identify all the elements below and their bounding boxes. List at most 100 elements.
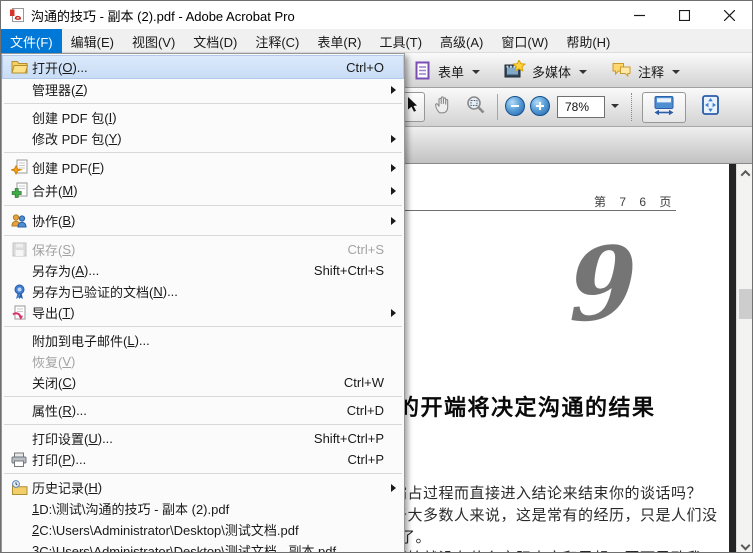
menu-document[interactable]: 文档(D) [184,29,246,53]
comment-toolbar-button[interactable]: 注释 [604,56,687,87]
menu-item-save-as[interactable]: 另存为(A)... Shift+Ctrl+S [2,260,404,281]
menu-item-attach-to-email[interactable]: 附加到电子邮件(L)... [2,330,404,351]
toolbar-grip [631,93,632,121]
chevron-down-icon [579,69,588,74]
menu-item-create-pdf-portfolio[interactable]: 创建 PDF 包(I) [2,107,404,128]
folder-open-icon [6,60,32,74]
menu-separator [4,326,402,327]
zoom-in-button[interactable] [530,96,550,116]
submenu-arrow-icon [391,308,396,317]
collaborate-icon [6,213,32,228]
zoom-marquee-button[interactable] [461,94,491,120]
zoom-marquee-icon [466,95,486,119]
zoom-out-button[interactable] [505,96,525,116]
menu-item-print[interactable]: 打印(P)... Ctrl+P [2,449,404,470]
menu-item-history[interactable]: 历史记录(H) [2,477,404,498]
page-header: 第 7 6 页 [594,195,677,209]
menu-tools[interactable]: 工具(T) [370,29,431,53]
menu-item-create-pdf[interactable]: 创建 PDF(F) [2,156,404,179]
menu-separator [4,396,402,397]
combine-icon [6,182,32,199]
menu-item-combine[interactable]: 合并(M) [2,179,404,202]
fit-width-icon [653,95,675,121]
maximize-button[interactable] [662,1,707,29]
chapter-heading: 的开端将决定沟通的结果 [397,395,656,420]
submenu-arrow-icon [391,85,396,94]
form-icon [414,61,432,83]
forms-toolbar-button[interactable]: 表单 [407,56,487,87]
certify-ribbon-icon [6,284,32,300]
menu-separator [4,473,402,474]
multimedia-toolbar-button[interactable]: 多媒体 [497,56,594,87]
menu-comments[interactable]: 注释(C) [246,29,308,53]
fit-width-button[interactable] [642,92,686,123]
body-text-line: 于大多数人来说，这是常有的经历，只是人们没 [392,507,718,524]
body-text-line: 霸占过程而直接进入结论来结束你的谈话吗？ [392,485,703,502]
history-icon [6,480,32,495]
scrollbar-thumb[interactable] [739,289,752,319]
zoom-in-icon [530,96,550,116]
menu-help[interactable]: 帮助(H) [557,29,619,53]
menu-item-close[interactable]: 关闭(C) Ctrl+W [2,372,404,393]
select-tool-icon [406,96,418,118]
chapter-number: 9 [569,223,638,346]
menu-separator [4,103,402,104]
menu-bar: 文件(F) 编辑(E) 视图(V) 文档(D) 注释(C) 表单(R) 工具(T… [1,29,752,53]
menu-item-recent-file-3[interactable]: 3 C:\Users\Administrator\Desktop\测试文档 - … [2,540,404,552]
vertical-scrollbar[interactable] [736,164,752,552]
chevron-up-icon [740,169,751,180]
menu-separator [4,235,402,236]
menu-separator [4,152,402,153]
menu-item-recent-file-2[interactable]: 2 C:\Users\Administrator\Desktop\测试文档.pd… [2,519,404,540]
save-icon [6,242,32,257]
menu-edit[interactable]: 编辑(E) [62,29,123,53]
menu-item-save-as-certified[interactable]: 另存为已验证的文档(N)... [2,281,404,302]
menu-separator [4,205,402,206]
submenu-arrow-icon [391,186,396,195]
scroll-down-button[interactable] [737,536,752,552]
zoom-level-dropdown[interactable] [611,104,619,108]
menu-item-save[interactable]: 保存(S) Ctrl+S [2,239,404,260]
minimize-button[interactable] [617,1,662,29]
menu-item-properties[interactable]: 属性(R)... Ctrl+D [2,400,404,421]
scroll-up-button[interactable] [737,164,752,182]
menu-advanced[interactable]: 高级(A) [431,29,492,53]
menu-file[interactable]: 文件(F) [1,29,62,53]
menu-item-export[interactable]: 导出(T) [2,302,404,323]
close-button[interactable] [707,1,752,29]
body-text-line: 开始就没有什么实际内容和思想，因而导致我 [392,547,702,552]
menu-item-collaborate[interactable]: 协作(B) [2,209,404,232]
comment-icon [611,62,632,82]
fit-page-button[interactable] [695,94,725,121]
hand-tool-button[interactable] [429,94,459,120]
window-title: 沟通的技巧 - 副本 (2).pdf - Adobe Acrobat Pro [31,8,295,24]
zoom-level-input[interactable]: 78% [557,96,605,118]
submenu-arrow-icon [391,163,396,172]
menu-window[interactable]: 窗口(W) [492,29,557,53]
create-pdf-icon [6,159,32,176]
chevron-down-icon [672,69,681,74]
file-menu-dropdown: 打开(O)... Ctrl+O 管理器(Z) 创建 PDF 包(I) 修改 PD… [1,53,405,552]
menu-item-print-setup[interactable]: 打印设置(U)... Shift+Ctrl+P [2,428,404,449]
submenu-arrow-icon [391,216,396,225]
submenu-arrow-icon [391,134,396,143]
hand-tool-icon [434,95,454,120]
menu-item-revert[interactable]: 恢复(V) [2,351,404,372]
page-edge-shadow [729,164,736,552]
export-icon [6,305,32,321]
pdf-app-icon [9,7,25,23]
menu-item-modify-pdf-portfolio[interactable]: 修改 PDF 包(Y) [2,128,404,149]
menu-item-open[interactable]: 打开(O)... Ctrl+O [2,55,404,79]
menu-view[interactable]: 视图(V) [123,29,184,53]
printer-icon [6,452,32,467]
zoom-out-icon [505,96,525,116]
fit-page-icon [701,94,720,121]
title-bar[interactable]: 沟通的技巧 - 副本 (2).pdf - Adobe Acrobat Pro [1,1,752,29]
menu-item-organizer[interactable]: 管理器(Z) [2,79,404,100]
acrobat-window: 沟通的技巧 - 副本 (2).pdf - Adobe Acrobat Pro 文… [0,0,753,553]
chevron-down-icon [472,69,481,74]
multimedia-icon [504,58,527,83]
window-controls [617,1,752,29]
menu-forms[interactable]: 表单(R) [308,29,370,53]
menu-item-recent-file-1[interactable]: 1 D:\测试\沟通的技巧 - 副本 (2).pdf [2,498,404,519]
